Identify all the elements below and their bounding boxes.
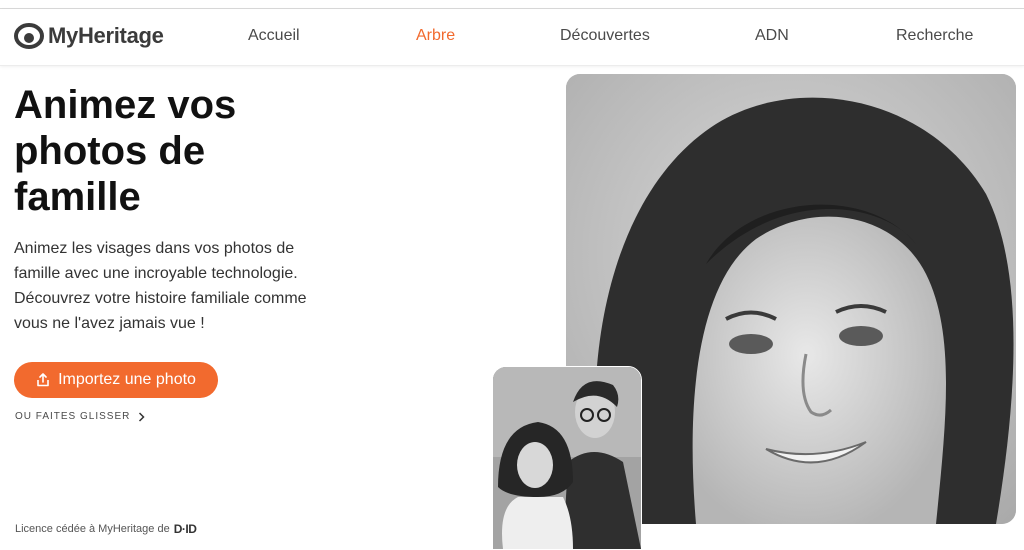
- page-title: Animez vos photos de famille: [14, 83, 237, 219]
- nav-recherche[interactable]: Recherche: [896, 27, 973, 45]
- chevron-right-icon: [139, 411, 145, 422]
- upload-photo-button[interactable]: Importez une photo: [14, 362, 218, 398]
- hero-description: Animez les visages dans vos photos de fa…: [14, 240, 307, 332]
- original-couple-photo: [492, 366, 642, 550]
- did-logo: D·ID: [173, 522, 197, 536]
- nav-accueil[interactable]: Accueil: [248, 27, 300, 45]
- myheritage-logo[interactable]: MyHeritage: [14, 23, 164, 49]
- nav-arbre[interactable]: Arbre: [416, 27, 455, 45]
- upload-photo-label: Importez une photo: [58, 371, 196, 388]
- upload-icon: [37, 373, 49, 387]
- drag-label: OU FAITES GLISSER: [15, 411, 131, 422]
- nav-adn[interactable]: ADN: [755, 27, 789, 45]
- site-header: MyHeritage Accueil Arbre Découvertes ADN…: [0, 9, 1024, 66]
- nav-decouvertes[interactable]: Découvertes: [560, 27, 650, 45]
- drag-and-drop-link[interactable]: OU FAITES GLISSER: [15, 411, 145, 422]
- browser-top-edge: [0, 0, 1024, 9]
- couple-image: [493, 367, 641, 549]
- license-note: Licence cédée à MyHeritage de D·ID: [15, 522, 197, 536]
- brand-name: MyHeritage: [48, 23, 164, 48]
- myheritage-logo-icon: [14, 23, 44, 49]
- license-text: Licence cédée à MyHeritage de: [15, 523, 170, 535]
